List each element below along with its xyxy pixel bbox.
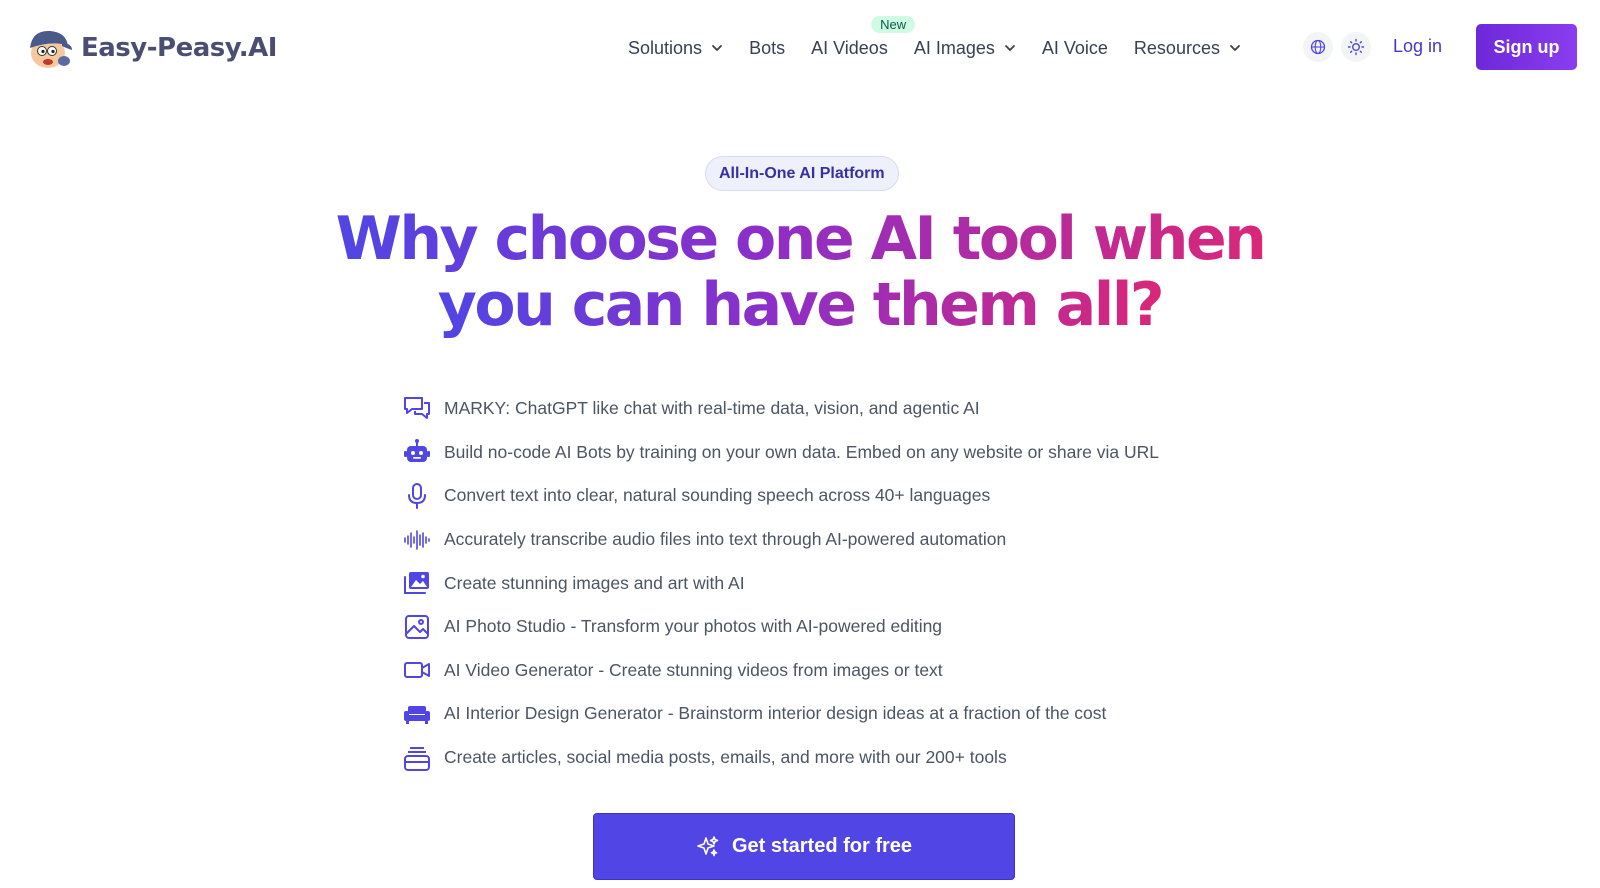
sofa-icon [404,705,430,724]
feature-item: Convert text into clear, natural soundin… [400,474,1300,518]
nav-solutions[interactable]: Solutions [628,38,723,59]
nav-bots[interactable]: Bots [749,38,785,59]
nav-resources-label: Resources [1133,37,1220,58]
nav-ai-voice-label: AI Voice [1041,37,1108,58]
feature-text: Create stunning images and art with AI [444,572,745,593]
feature-text: Create articles, social media posts, ema… [444,747,1007,768]
cta-label: Get started for free [731,835,913,857]
nav-solutions-label: Solutions [628,37,703,58]
nav-ai-videos[interactable]: New AI Videos [811,15,916,59]
feature-item: Create articles, social media posts, ema… [400,736,1300,780]
mascot-logo-icon [30,30,72,68]
feature-item: Accurately transcribe audio files into t… [400,518,1300,562]
signup-button[interactable]: Sign up [1476,24,1577,70]
main-nav: Solutions Bots New AI Videos AI Images A… [628,15,1267,60]
nav-resources[interactable]: Resources [1134,38,1241,59]
feature-text: Build no-code AI Bots by training on you… [444,441,1159,462]
chevron-down-icon [1230,45,1240,51]
get-started-button[interactable]: Get started for free [593,813,1015,880]
feature-text: Accurately transcribe audio files into t… [444,529,1007,550]
stack-icon [404,746,430,771]
language-button[interactable] [1303,32,1333,62]
nav-ai-images-label: AI Images [913,37,995,58]
feature-text: AI Photo Studio - Transform your photos … [444,616,943,637]
feature-text: Convert text into clear, natural soundin… [444,485,991,506]
nav-ai-voice[interactable]: AI Voice [1042,38,1108,59]
chat-bubbles-icon [404,396,430,419]
photo-icon [405,614,429,639]
chevron-down-icon [1004,45,1015,51]
nav-ai-videos-label: AI Videos [811,37,888,58]
login-link[interactable]: Log in [1393,36,1442,57]
sun-icon [1347,38,1365,56]
feature-text: AI Video Generator - Create stunning vid… [444,659,943,680]
feature-item: AI Interior Design Generator - Brainstor… [400,692,1300,736]
feature-item: AI Video Generator - Create stunning vid… [400,649,1300,693]
feature-item: MARKY: ChatGPT like chat with real-time … [400,387,1300,431]
brand-name: Easy-Peasy.AI [81,33,277,63]
microphone-icon [408,482,426,509]
waveform-icon [404,529,430,550]
feature-item: AI Photo Studio - Transform your photos … [400,605,1300,649]
feature-list: MARKY: ChatGPT like chat with real-time … [400,387,1300,779]
headline-line-1: Why choose one AI tool when [332,206,1269,272]
nav-bots-label: Bots [749,37,786,58]
globe-icon [1310,39,1326,55]
feature-text: AI Interior Design Generator - Brainstor… [444,703,1107,724]
nav-ai-images[interactable]: AI Images [914,38,1016,59]
theme-toggle-button[interactable] [1341,32,1371,62]
video-camera-icon [404,662,430,679]
sparkles-icon [697,835,719,856]
feature-item: Build no-code AI Bots by training on you… [400,431,1300,475]
chevron-down-icon [712,45,722,51]
brand-logo-link[interactable]: Easy-Peasy.AI [24,26,277,70]
robot-icon [404,439,430,463]
headline-line-2: you can have them all? [434,272,1166,338]
hero-headline: Why choose one AI tool when you can have… [0,206,1600,338]
feature-item: Create stunning images and art with AI [400,561,1300,605]
new-badge: New [871,15,916,33]
platform-pill: All-In-One AI Platform [705,156,899,191]
feature-text: MARKY: ChatGPT like chat with real-time … [444,398,980,419]
site-header: Easy-Peasy.AI Solutions Bots New AI Vide… [0,0,1600,95]
image-stack-icon [404,572,429,595]
